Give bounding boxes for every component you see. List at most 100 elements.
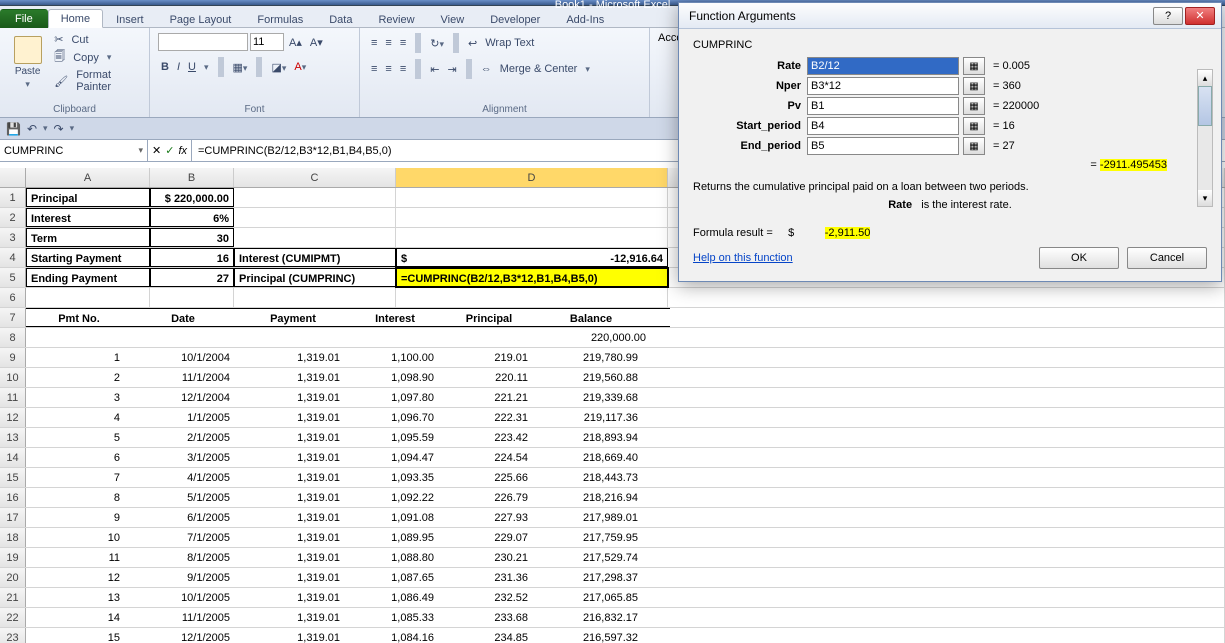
qat-undo-icon[interactable]: ↶ (27, 122, 37, 136)
cell[interactable]: Ending Payment (26, 268, 150, 287)
arg-input-end_period[interactable] (807, 137, 959, 155)
cell[interactable]: 16 (150, 248, 234, 267)
cell[interactable] (234, 208, 396, 227)
align-bottom-button[interactable]: ≡ (397, 37, 409, 49)
cell[interactable] (234, 188, 396, 207)
align-top-button[interactable]: ≡ (368, 37, 380, 49)
tab-review[interactable]: Review (365, 10, 427, 28)
arg-input-rate[interactable] (807, 57, 959, 75)
dialog-scrollbar[interactable]: ▴ ▾ (1197, 69, 1213, 207)
tab-data[interactable]: Data (316, 10, 365, 28)
align-center-button[interactable]: ≡ (382, 63, 394, 75)
font-color-button[interactable]: A▾ (291, 61, 309, 73)
col-header-b[interactable]: B (150, 168, 234, 187)
cell[interactable] (396, 208, 668, 227)
row-header[interactable]: 17 (0, 508, 26, 527)
dialog-help-button[interactable]: ? (1153, 7, 1183, 25)
row-header[interactable]: 22 (0, 608, 26, 627)
scroll-down-icon[interactable]: ▾ (1198, 190, 1212, 206)
merge-center-button[interactable]: Merge & Center (497, 63, 581, 75)
cell[interactable]: 6% (150, 208, 234, 227)
tab-view[interactable]: View (428, 10, 478, 28)
ok-button[interactable]: OK (1039, 247, 1119, 269)
align-middle-button[interactable]: ≡ (382, 37, 394, 49)
select-all-corner[interactable] (0, 168, 26, 187)
col-header-d[interactable]: D (396, 168, 668, 187)
collapse-dialog-icon[interactable]: ▦ (963, 137, 985, 155)
col-header-c[interactable]: C (234, 168, 396, 187)
collapse-dialog-icon[interactable]: ▦ (963, 97, 985, 115)
row-header[interactable]: 12 (0, 408, 26, 427)
row-header[interactable]: 23 (0, 628, 26, 643)
row-header[interactable]: 8 (0, 328, 26, 347)
tab-insert[interactable]: Insert (103, 10, 157, 28)
cell[interactable]: 27 (150, 268, 234, 287)
shrink-font-button[interactable]: A▾ (307, 36, 326, 49)
underline-button[interactable]: U (185, 61, 199, 73)
cell[interactable]: Starting Payment (26, 248, 150, 267)
insert-function-button[interactable]: fx (178, 145, 187, 157)
row-header[interactable]: 21 (0, 588, 26, 607)
font-name-select[interactable] (158, 33, 248, 51)
tab-developer[interactable]: Developer (477, 10, 553, 28)
row-header[interactable]: 2 (0, 208, 26, 227)
scroll-up-icon[interactable]: ▴ (1198, 70, 1212, 86)
tab-file[interactable]: File (0, 9, 48, 28)
row-header[interactable]: 14 (0, 448, 26, 467)
cell[interactable] (396, 228, 668, 247)
cell[interactable] (234, 228, 396, 247)
row-header[interactable]: 9 (0, 348, 26, 367)
cell[interactable]: 30 (150, 228, 234, 247)
cell[interactable]: $-12,916.64 (396, 248, 668, 267)
orientation-button[interactable]: ↻▾ (427, 37, 447, 50)
row-header[interactable]: 6 (0, 288, 26, 307)
border-button[interactable]: ▦▾ (230, 61, 251, 74)
row-header[interactable]: 7 (0, 308, 26, 327)
row-header[interactable]: 13 (0, 428, 26, 447)
cancel-button[interactable]: Cancel (1127, 247, 1207, 269)
cell[interactable]: Interest (26, 208, 150, 227)
row-header[interactable]: 16 (0, 488, 26, 507)
active-cell[interactable]: =CUMPRINC(B2/12,B3*12,B1,B4,B5,0) (396, 268, 668, 287)
collapse-dialog-icon[interactable]: ▦ (963, 117, 985, 135)
wrap-text-button[interactable]: Wrap Text (482, 37, 537, 49)
collapse-dialog-icon[interactable]: ▦ (963, 77, 985, 95)
scroll-thumb[interactable] (1198, 86, 1212, 126)
row-header[interactable]: 11 (0, 388, 26, 407)
arg-input-nper[interactable] (807, 77, 959, 95)
copy-button[interactable]: Copy▾ (51, 47, 141, 68)
row-header[interactable]: 18 (0, 528, 26, 547)
tab-formulas[interactable]: Formulas (244, 10, 316, 28)
align-left-button[interactable]: ≡ (368, 63, 380, 75)
arg-input-start_period[interactable] (807, 117, 959, 135)
row-header[interactable]: 4 (0, 248, 26, 267)
tab-addins[interactable]: Add-Ins (553, 10, 617, 28)
increase-indent-button[interactable]: ⇥ (444, 63, 459, 76)
name-box-dropdown-icon[interactable]: ▾ (138, 145, 143, 156)
row-header[interactable]: 5 (0, 268, 26, 287)
fill-color-button[interactable]: ◪▾ (268, 61, 289, 74)
cell[interactable]: Term (26, 228, 150, 247)
row-header[interactable]: 10 (0, 368, 26, 387)
row-header[interactable]: 1 (0, 188, 26, 207)
row-header[interactable]: 3 (0, 228, 26, 247)
collapse-dialog-icon[interactable]: ▦ (963, 57, 985, 75)
italic-button[interactable]: I (174, 61, 183, 73)
decrease-indent-button[interactable]: ⇤ (427, 63, 442, 76)
cut-button[interactable]: Cut (51, 32, 141, 47)
paste-button[interactable]: Paste ▾ (8, 32, 47, 90)
qat-save-icon[interactable]: 💾 (6, 122, 21, 136)
tab-page-layout[interactable]: Page Layout (157, 10, 245, 28)
cell[interactable]: $ 220,000.00 (150, 188, 234, 207)
cell[interactable]: Principal (CUMPRINC) (234, 268, 396, 287)
formula-enter-button[interactable]: ✓ (165, 144, 174, 157)
arg-input-pv[interactable] (807, 97, 959, 115)
font-size-select[interactable] (250, 33, 284, 51)
cell[interactable] (396, 188, 668, 207)
dialog-close-button[interactable]: ✕ (1185, 7, 1215, 25)
align-right-button[interactable]: ≡ (397, 63, 409, 75)
row-header[interactable]: 20 (0, 568, 26, 587)
dialog-titlebar[interactable]: Function Arguments ? ✕ (679, 3, 1221, 29)
qat-redo-icon[interactable]: ↷ (54, 122, 64, 136)
format-painter-button[interactable]: Format Painter (51, 68, 141, 94)
